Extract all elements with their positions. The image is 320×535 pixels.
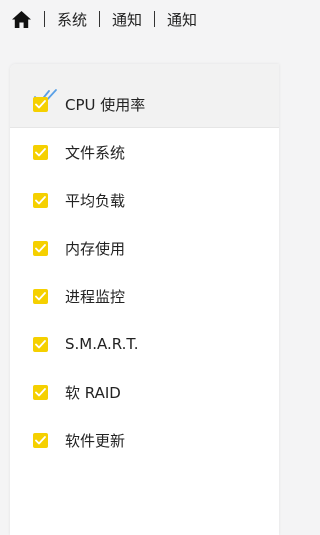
- list-item-filesystem[interactable]: 文件系统: [33, 140, 253, 164]
- checkmark-icon: [35, 387, 46, 396]
- item-label: S.M.A.R.T.: [65, 335, 139, 353]
- home-icon[interactable]: [12, 9, 32, 29]
- list-item-software-updates[interactable]: 软件更新: [33, 428, 253, 452]
- checkbox[interactable]: [33, 432, 48, 448]
- item-label: 内存使用: [65, 239, 126, 258]
- breadcrumb-item-notifications[interactable]: 通知: [112, 9, 142, 30]
- checkbox[interactable]: [33, 96, 48, 112]
- checkbox[interactable]: [33, 192, 48, 208]
- list-item-process-monitor[interactable]: 进程监控: [33, 284, 253, 308]
- checkbox[interactable]: [33, 288, 48, 304]
- item-label: CPU 使用率: [65, 95, 146, 114]
- breadcrumb: 系统 通知 通知: [12, 8, 197, 30]
- checkmark-icon: [35, 195, 46, 204]
- checkmark-icon: [35, 339, 46, 348]
- checkbox[interactable]: [33, 240, 48, 256]
- breadcrumb-separator: [154, 11, 156, 27]
- checkmark-icon: [35, 291, 46, 300]
- item-label: 进程监控: [65, 287, 126, 306]
- checkmark-icon: [35, 435, 46, 444]
- checkmark-icon: [35, 147, 46, 156]
- breadcrumb-item-system[interactable]: 系统: [57, 9, 87, 30]
- checkbox[interactable]: [33, 144, 48, 160]
- list-item-smart[interactable]: S.M.A.R.T.: [33, 332, 253, 356]
- item-label: 软件更新: [65, 431, 126, 450]
- list-item-load-average[interactable]: 平均负载: [33, 188, 253, 212]
- checkbox[interactable]: [33, 336, 48, 352]
- checkbox[interactable]: [33, 384, 48, 400]
- list-item-memory[interactable]: 内存使用: [33, 236, 253, 260]
- item-label: 软 RAID: [65, 383, 121, 402]
- breadcrumb-separator: [99, 11, 101, 27]
- breadcrumb-item-current: 通知: [167, 10, 198, 29]
- breadcrumb-separator: [44, 11, 45, 27]
- list-item-cpu[interactable]: CPU 使用率: [33, 92, 253, 116]
- item-label: 平均负载: [65, 191, 126, 210]
- checkmark-icon: [35, 243, 46, 252]
- item-label: 文件系统: [65, 143, 126, 162]
- checkmark-icon: [35, 99, 46, 108]
- list-item-soft-raid[interactable]: 软 RAID: [33, 380, 253, 404]
